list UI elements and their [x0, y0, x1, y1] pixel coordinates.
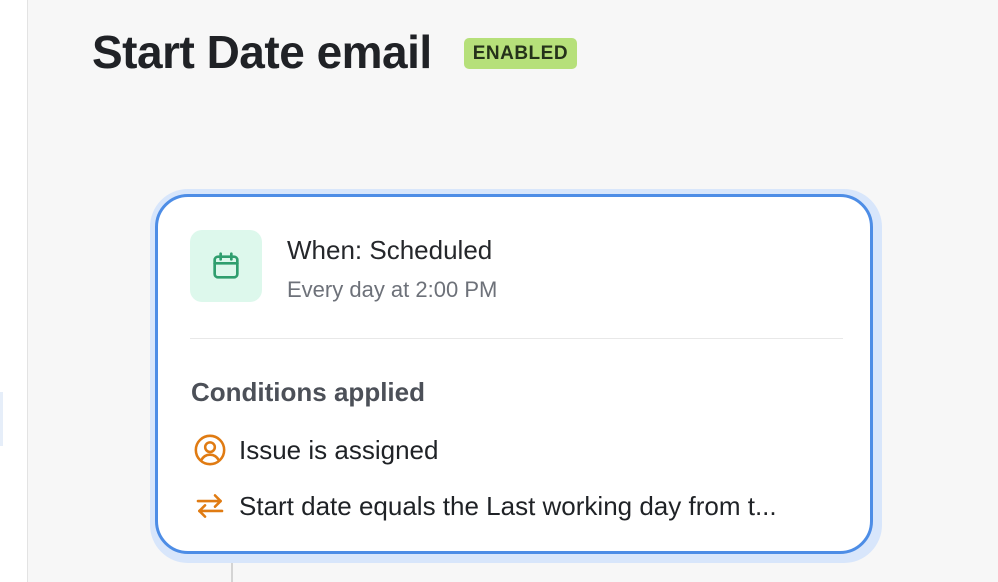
swap-arrows-icon — [193, 489, 227, 523]
trigger-schedule: Every day at 2:00 PM — [287, 277, 498, 302]
condition-item-start-date: Start date equals the Last working day f… — [193, 489, 777, 523]
left-panel-edge — [0, 0, 28, 582]
condition-label: Start date equals the Last working day f… — [239, 491, 777, 521]
page-header: Start Date email ENABLED — [92, 24, 578, 80]
status-badge: ENABLED — [463, 37, 578, 69]
user-circle-icon — [193, 433, 227, 467]
card-divider — [190, 338, 843, 339]
condition-label: Issue is assigned — [239, 435, 439, 465]
trigger-icon-tile — [190, 230, 262, 302]
trigger-card[interactable]: When: Scheduled Every day at 2:00 PM Con… — [155, 194, 873, 554]
trigger-title: When: Scheduled — [287, 235, 493, 265]
condition-item-issue-assigned: Issue is assigned — [193, 433, 438, 467]
rule-editor-page: Start Date email ENABLED When: Scheduled… — [0, 0, 998, 582]
left-panel-selection-marker — [0, 392, 3, 446]
page-title: Start Date email — [92, 26, 432, 78]
calendar-icon — [213, 252, 239, 279]
conditions-heading: Conditions applied — [191, 377, 425, 407]
